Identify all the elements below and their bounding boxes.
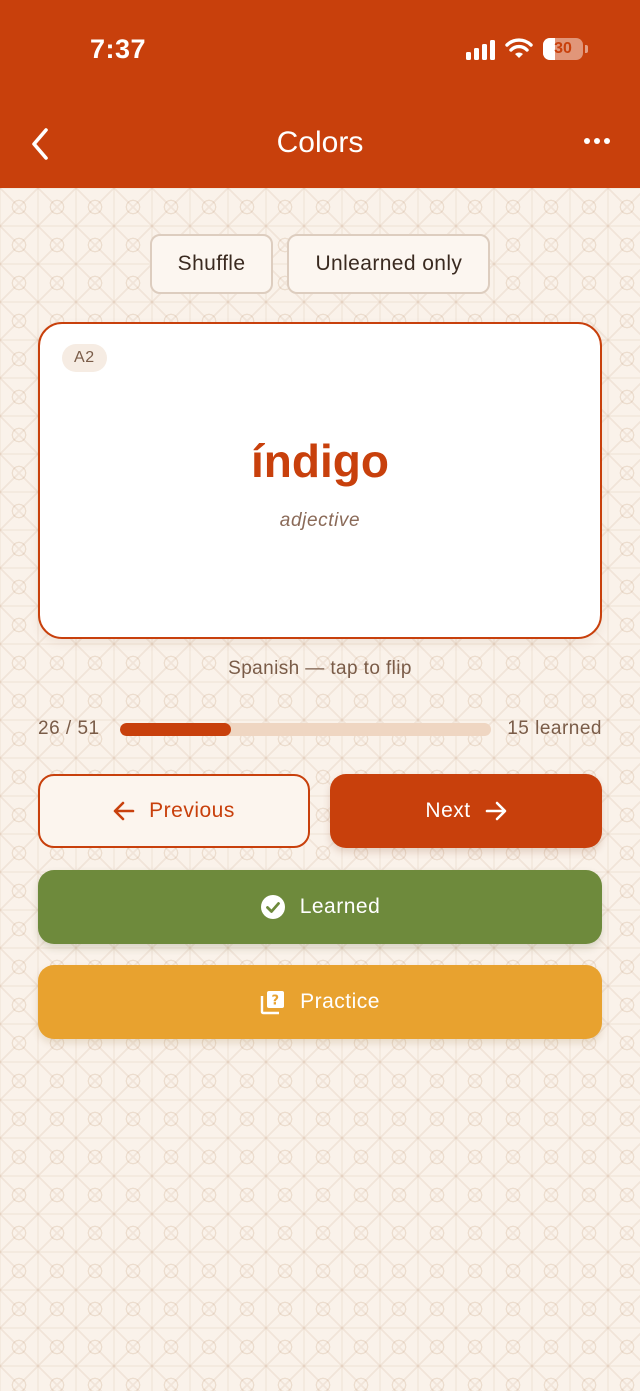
more-options-button[interactable] [580, 134, 614, 148]
battery-level: 30 [554, 40, 572, 57]
status-time: 7:37 [90, 34, 147, 64]
app-header: 7:37 30 Colors [0, 0, 640, 188]
filter-chips: Shuffle Unlearned only [0, 234, 640, 294]
wifi-icon [505, 38, 533, 60]
next-label: Next [425, 799, 471, 822]
flashcard[interactable]: A2 índigo adjective [38, 322, 602, 639]
card-word: índigo [251, 435, 389, 487]
progress-row: 26 / 51 15 learned [38, 716, 602, 742]
progress-count: 26 / 51 [38, 718, 100, 739]
learned-button[interactable]: Learned [38, 870, 602, 944]
level-badge: A2 [62, 344, 107, 372]
practice-button[interactable]: ? Practice [38, 965, 602, 1039]
next-button[interactable]: Next [330, 774, 602, 848]
unlearned-only-chip[interactable]: Unlearned only [287, 234, 491, 294]
previous-label: Previous [149, 799, 235, 822]
signal-icon [466, 38, 495, 60]
battery-icon: 30 [543, 38, 588, 60]
page-title: Colors [276, 126, 364, 159]
svg-text:?: ? [272, 994, 280, 1009]
progress-fill [120, 722, 232, 736]
learned-label: Learned [299, 895, 381, 918]
arrow-right-icon [485, 801, 507, 821]
flip-hint: Spanish — tap to flip [228, 658, 412, 679]
learned-count: 15 learned [507, 718, 602, 739]
progress-bar [120, 722, 492, 736]
status-icons: 30 [466, 38, 588, 60]
quiz-icon: ? [260, 989, 286, 1015]
part-of-speech: adjective [279, 510, 361, 531]
arrow-left-icon [113, 801, 135, 821]
previous-button[interactable]: Previous [38, 774, 310, 848]
more-horizontal-icon [584, 138, 590, 144]
check-circle-icon [260, 894, 286, 920]
practice-label: Practice [300, 990, 380, 1013]
shuffle-chip[interactable]: Shuffle [149, 234, 274, 294]
